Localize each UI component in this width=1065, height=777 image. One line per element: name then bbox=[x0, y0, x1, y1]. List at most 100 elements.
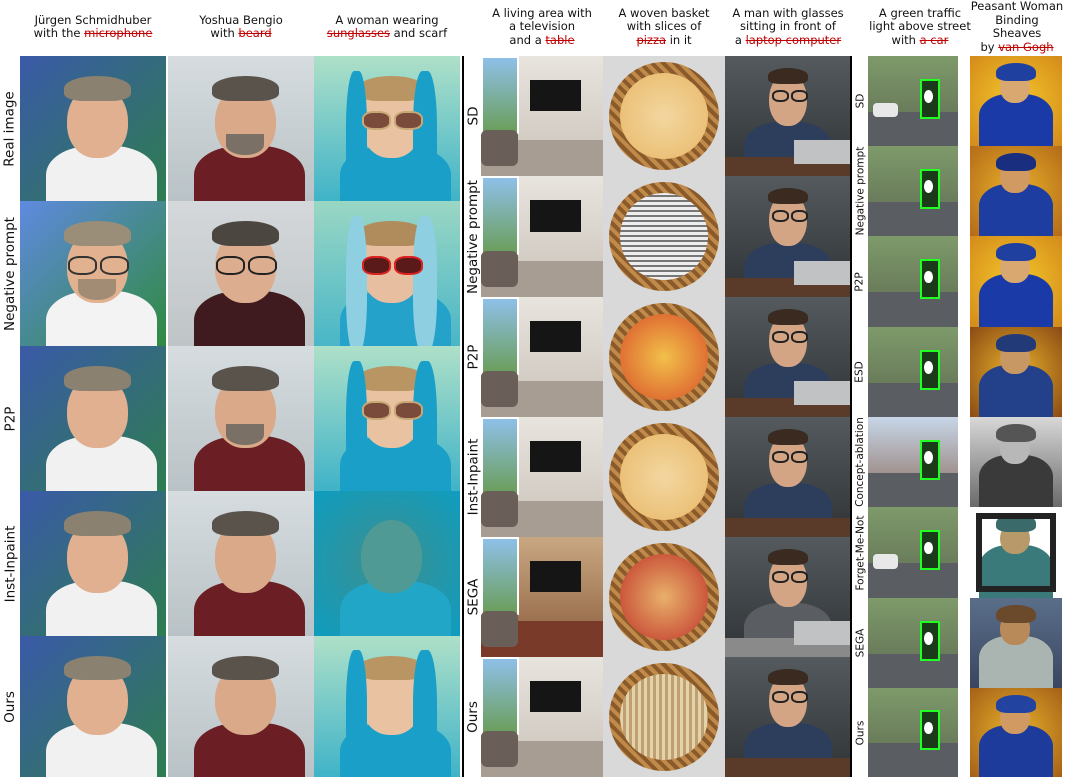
generated-image bbox=[868, 236, 958, 327]
column-header: Jürgen Schmidhuber with the microphone bbox=[20, 4, 166, 50]
row-label: Negative prompt bbox=[854, 146, 866, 236]
generated-image bbox=[970, 56, 1062, 146]
generated-image bbox=[725, 417, 851, 537]
generated-image bbox=[868, 56, 958, 146]
row-label: P2P bbox=[465, 344, 481, 370]
column-header: A green traffic light above street with a … bbox=[864, 4, 976, 50]
column-caption: A woman wearing sunglasses and scarf bbox=[326, 12, 448, 41]
row-label: SD bbox=[853, 93, 866, 109]
generated-image bbox=[970, 146, 1062, 236]
caption-text: sitting in front of bbox=[740, 19, 836, 34]
caption-text: Binding Sheaves bbox=[992, 12, 1042, 40]
generated-image bbox=[725, 297, 851, 417]
generated-image bbox=[20, 346, 166, 491]
generated-image bbox=[481, 56, 603, 176]
generated-image bbox=[168, 636, 314, 777]
column-caption: Yoshua Bengio with beard bbox=[199, 12, 283, 41]
caption-text: by bbox=[980, 39, 999, 54]
generated-image bbox=[970, 598, 1062, 688]
column-header: Yoshua Bengio with beard bbox=[168, 4, 314, 50]
generated-image bbox=[168, 346, 314, 491]
generated-image bbox=[20, 56, 166, 201]
generated-image bbox=[970, 327, 1062, 417]
column-header: A living area with a television and a tabl… bbox=[481, 4, 603, 50]
caption-text: with bbox=[891, 32, 920, 47]
struck-word: microphone bbox=[84, 26, 153, 40]
generated-image bbox=[314, 201, 460, 346]
row-label: SD bbox=[465, 106, 481, 126]
row-label: Ours bbox=[854, 720, 866, 745]
caption-text: A woman wearing bbox=[335, 12, 439, 27]
row-label: Forget-Me-Not bbox=[854, 515, 866, 590]
generated-image bbox=[168, 56, 314, 201]
column-header: Peasant Woman Binding Sheaves by van Gogh bbox=[970, 0, 1064, 53]
generated-image bbox=[20, 201, 166, 346]
generated-image bbox=[314, 491, 460, 636]
caption-text: Yoshua Bengio bbox=[199, 12, 283, 27]
caption-text: A woven basket bbox=[618, 5, 710, 20]
caption-text: A man with glasses bbox=[732, 5, 844, 20]
caption-text: Jürgen Schmidhuber bbox=[34, 12, 152, 27]
column-header: A man with glasses sitting in front of a l… bbox=[725, 4, 851, 50]
row-label: P2P bbox=[2, 406, 18, 431]
generated-image bbox=[481, 657, 603, 777]
caption-text: A living area with bbox=[492, 5, 592, 20]
generated-image bbox=[603, 537, 725, 657]
row-label: Negative prompt bbox=[465, 179, 482, 294]
caption-text: with the bbox=[33, 26, 85, 40]
struck-word: a car bbox=[919, 32, 949, 47]
caption-text: with slices of bbox=[626, 19, 702, 34]
column-header: A woven basket with slices of pizza in it bbox=[603, 4, 725, 50]
struck-word: laptop computer bbox=[745, 32, 842, 47]
faces-panel: Jürgen Schmidhuber with the microphone Yo… bbox=[0, 0, 462, 777]
generated-image bbox=[20, 491, 166, 636]
generated-image bbox=[481, 176, 603, 297]
generated-image bbox=[725, 657, 851, 777]
caption-text: with bbox=[210, 26, 239, 40]
column-caption: A living area with a television and a tabl… bbox=[492, 5, 592, 48]
column-caption: Peasant Woman Binding Sheaves by van Gogh bbox=[970, 0, 1064, 54]
row-label: P2P bbox=[854, 271, 867, 292]
row-label: SEGA bbox=[465, 578, 482, 616]
generated-image bbox=[868, 417, 958, 507]
caption-text: and scarf bbox=[390, 26, 448, 40]
generated-image bbox=[603, 176, 725, 297]
caption-text: in it bbox=[666, 32, 692, 47]
struck-word: table bbox=[545, 32, 575, 47]
row-label: Inst-Inpaint bbox=[2, 525, 18, 602]
caption-text: a bbox=[734, 32, 746, 47]
generated-image bbox=[603, 56, 725, 176]
column-caption: A woven basket with slices of pizza in it bbox=[618, 5, 710, 48]
generated-image bbox=[481, 297, 603, 417]
row-label: Negative prompt bbox=[2, 216, 19, 331]
generated-image bbox=[868, 507, 958, 598]
generated-image bbox=[868, 598, 958, 688]
generated-image bbox=[970, 507, 1062, 598]
generated-image bbox=[481, 417, 603, 537]
row-label: SEGA bbox=[854, 628, 866, 658]
row-label: Ours bbox=[2, 690, 18, 723]
generated-image bbox=[970, 236, 1062, 327]
generated-image bbox=[868, 146, 958, 236]
row-label: Real image bbox=[2, 90, 19, 167]
generated-image bbox=[970, 417, 1062, 507]
generated-image bbox=[314, 636, 460, 777]
generated-image bbox=[970, 688, 1062, 777]
generated-image bbox=[603, 657, 725, 777]
caption-text: a television bbox=[508, 19, 576, 34]
generated-image bbox=[314, 56, 460, 201]
generated-image bbox=[868, 327, 958, 417]
struck-word: sunglasses bbox=[326, 26, 391, 40]
art-panel: A green traffic light above street with a … bbox=[852, 0, 1065, 777]
column-caption: Jürgen Schmidhuber with the microphone bbox=[33, 12, 153, 41]
generated-image bbox=[168, 491, 314, 636]
generated-image bbox=[603, 417, 725, 537]
generated-image bbox=[868, 688, 958, 777]
row-label: ESD bbox=[854, 361, 867, 383]
column-caption: A man with glasses sitting in front of a l… bbox=[732, 5, 844, 48]
generated-image bbox=[725, 56, 851, 176]
row-label: Inst-Inpaint bbox=[465, 438, 481, 516]
row-label: Concept-ablation bbox=[854, 417, 866, 507]
struck-word: van Gogh bbox=[998, 39, 1054, 54]
column-caption: A green traffic light above street with a … bbox=[869, 6, 971, 48]
